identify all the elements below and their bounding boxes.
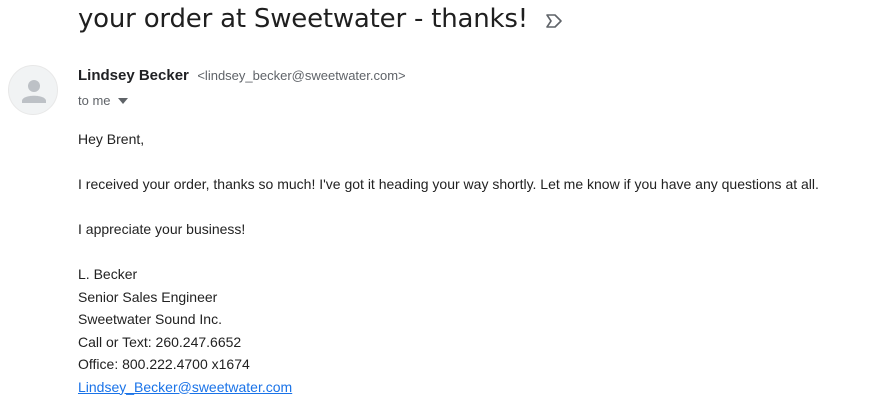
recipient-label: to me — [78, 93, 111, 108]
sender-name[interactable]: Lindsey Becker — [78, 67, 189, 84]
label-arrow-icon[interactable] — [544, 13, 564, 29]
recipient-toggle[interactable]: to me — [78, 93, 128, 108]
message-body: Hey Brent, I received your order, thanks… — [78, 128, 819, 398]
signature-company: Sweetwater Sound Inc. — [78, 311, 222, 327]
person-icon — [22, 80, 46, 103]
signature-title: Senior Sales Engineer — [78, 288, 218, 305]
caret-down-icon[interactable] — [117, 97, 128, 104]
subject-row: your order at Sweetwater - thanks! — [78, 4, 564, 34]
signature-name: L. Becker — [78, 266, 138, 282]
sender-email: <lindsey_becker@sweetwater.com> — [197, 68, 406, 83]
message-paragraph: I appreciate your business! — [78, 221, 246, 237]
signature-email-link[interactable]: Lindsey_Becker@sweetwater.com — [78, 379, 292, 395]
sender-row: Lindsey Becker <lindsey_becker@sweetwate… — [78, 67, 406, 85]
sender-avatar[interactable] — [8, 65, 58, 115]
greeting: Hey Brent, — [78, 131, 145, 147]
signature-office: Office: 800.222.4700 x1674 — [78, 356, 250, 372]
email-subject: your order at Sweetwater - thanks! — [78, 4, 528, 34]
signature-phone: Call or Text: 260.247.6652 — [78, 333, 242, 350]
message-paragraph: I received your order, thanks so much! I… — [78, 176, 819, 192]
